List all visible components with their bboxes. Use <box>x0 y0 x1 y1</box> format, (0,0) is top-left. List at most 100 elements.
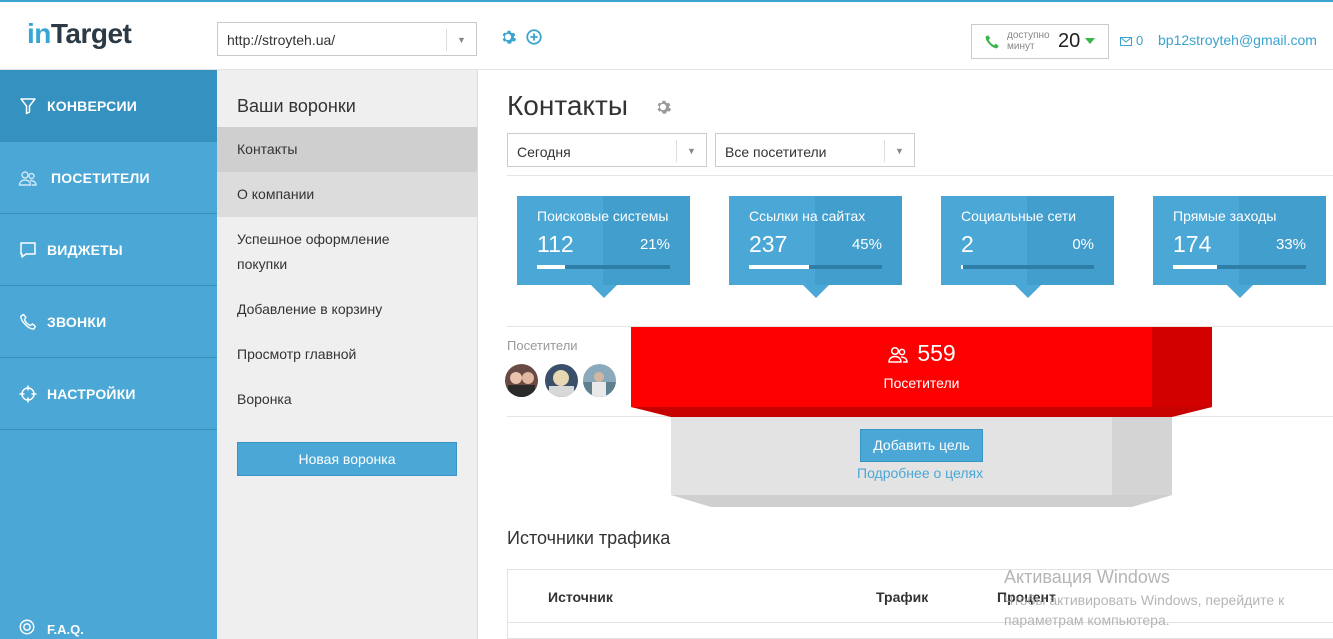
user-email[interactable]: bp12stroyteh@gmail.com <box>1158 32 1317 48</box>
users-icon <box>888 346 909 363</box>
card-progress-fill <box>749 265 809 269</box>
column-header-source[interactable]: Источник <box>548 589 613 605</box>
card-percent: 45% <box>851 236 882 253</box>
goals-info-link[interactable]: Подробнее о целях <box>857 465 983 481</box>
add-goal-button[interactable]: Добавить цель <box>860 429 983 462</box>
faq-label: F.A.Q. <box>47 622 84 637</box>
sidebar-item-widgets[interactable]: ВИДЖЕТЫ <box>0 214 217 286</box>
windows-activation-watermark: Активация Windows Чтобы активировать Win… <box>1004 567 1284 630</box>
funnel-item[interactable]: Контакты <box>217 127 477 172</box>
filter-icon <box>20 98 36 115</box>
phone-icon <box>985 35 999 49</box>
avatar[interactable] <box>505 364 538 397</box>
sidebar-item-calls[interactable]: ЗВОНКИ <box>0 286 217 358</box>
gear-icon[interactable] <box>654 98 672 116</box>
watermark-title: Активация Windows <box>1004 567 1170 587</box>
card-name: Ссылки на сайтах <box>749 208 866 224</box>
gear-icon[interactable] <box>499 28 517 46</box>
logo-suffix: Target <box>50 18 132 49</box>
site-select[interactable]: http://stroyteh.ua/ ▼ <box>217 22 477 56</box>
visitors-select-value: Все посетители <box>725 144 827 160</box>
card-pointer <box>803 285 829 298</box>
sidebar-item-conversions[interactable]: КОНВЕРСИИ <box>0 70 217 142</box>
card-percent: 21% <box>639 236 670 253</box>
card-pointer <box>1227 285 1253 298</box>
card-value: 112 <box>537 231 574 257</box>
card-progress-bar <box>749 265 882 269</box>
avatar[interactable] <box>583 364 616 397</box>
card-value: 174 <box>1173 231 1212 257</box>
minutes-label: доступно минут <box>1007 30 1050 52</box>
card-percent: 33% <box>1275 236 1306 253</box>
watermark-line: Чтобы активировать Windows, перейдите к <box>1004 592 1285 608</box>
new-funnel-button[interactable]: Новая воронка <box>237 442 457 476</box>
source-card[interactable]: Социальные сети 2 0% <box>941 196 1114 298</box>
funnel-visitors-label: Посетители <box>883 375 960 391</box>
funnels-panel: Ваши воронки Контакты О компании Успешно… <box>217 70 478 639</box>
card-progress-fill <box>537 265 565 269</box>
sidebar-item-faq[interactable]: F.A.Q. <box>0 610 217 639</box>
period-select-value: Сегодня <box>517 144 571 160</box>
card-progress-bar <box>1173 265 1306 269</box>
card-name: Социальные сети <box>961 208 1077 224</box>
card-progress-bar <box>537 265 670 269</box>
avatar[interactable] <box>545 364 578 397</box>
card-value: 237 <box>749 231 788 257</box>
widget-icon <box>20 242 36 258</box>
card-name: Прямые заходы <box>1173 208 1277 224</box>
visitors-select[interactable]: Все посетители ▼ <box>715 133 915 167</box>
users-icon <box>18 171 37 186</box>
watermark-line: параметрам компьютера. <box>1004 612 1170 628</box>
funnel-item[interactable]: Просмотр главной <box>217 342 477 367</box>
chevron-down-icon: ▼ <box>676 140 706 162</box>
funnel-visitors-count: 559 <box>631 340 1212 367</box>
funnel-item[interactable]: О компании <box>217 172 477 217</box>
period-select[interactable]: Сегодня ▼ <box>507 133 707 167</box>
page-title: Контакты <box>507 90 628 121</box>
visitors-label: Посетители <box>507 338 578 353</box>
source-card[interactable]: Поисковые системы 112 21% <box>517 196 690 298</box>
source-card[interactable]: Ссылки на сайтах 237 45% <box>729 196 902 298</box>
funnel-item[interactable]: Добавление в корзину <box>217 297 477 322</box>
phone-icon <box>20 313 37 330</box>
sidebar-item-label: ПОСЕТИТЕЛИ <box>51 170 150 186</box>
card-pointer <box>1015 285 1041 298</box>
lifebuoy-icon <box>19 619 35 635</box>
divider <box>507 175 1333 176</box>
sidebar-item-label: ЗВОНКИ <box>47 314 107 330</box>
logo-prefix: in <box>27 18 51 49</box>
card-value: 2 <box>961 231 974 257</box>
add-circle-icon[interactable] <box>525 28 543 46</box>
funnel-item[interactable]: Успешное оформление покупки <box>217 227 417 277</box>
card-percent: 0% <box>1072 236 1094 253</box>
sidebar-item-settings[interactable]: НАСТРОЙКИ <box>0 358 217 430</box>
sidebar-item-label: ВИДЖЕТЫ <box>47 242 123 258</box>
messages-count: 0 <box>1136 33 1144 48</box>
sidebar-item-label: КОНВЕРСИИ <box>47 98 138 114</box>
chevron-down-icon: ▼ <box>884 140 914 162</box>
funnel-item[interactable]: Воронка <box>217 387 477 412</box>
card-pointer <box>591 285 617 298</box>
top-header: inTarget http://stroyteh.ua/ ▼ доступно м… <box>0 0 1333 70</box>
minutes-value: 20 <box>1058 30 1081 52</box>
messages-link[interactable]: 0 <box>1120 33 1143 48</box>
sidebar: КОНВЕРСИИ ПОСЕТИТЕЛИ ВИДЖЕТЫ ЗВОНКИ НАСТ… <box>0 70 217 639</box>
chevron-down-icon: ▼ <box>446 29 476 51</box>
card-progress-fill <box>1173 265 1217 269</box>
sidebar-item-visitors[interactable]: ПОСЕТИТЕЛИ <box>0 142 217 214</box>
crosshair-icon <box>19 385 37 403</box>
main-content: Контакты Сегодня ▼ Все посетители ▼ Поис… <box>478 70 1333 639</box>
funnels-title: Ваши воронки <box>237 96 356 116</box>
traffic-sources-title: Источники трафика <box>507 528 671 548</box>
envelope-icon <box>1120 37 1132 47</box>
sidebar-item-label: НАСТРОЙКИ <box>47 386 136 402</box>
caret-down-icon[interactable] <box>1085 38 1095 44</box>
card-progress-fill <box>961 265 963 269</box>
card-progress-bar <box>961 265 1094 269</box>
site-select-value: http://stroyteh.ua/ <box>227 32 336 48</box>
card-name: Поисковые системы <box>537 208 669 224</box>
app-logo[interactable]: inTarget <box>27 18 132 50</box>
source-card[interactable]: Прямые заходы 174 33% <box>1153 196 1326 298</box>
minutes-widget[interactable]: доступно минут 20 <box>971 24 1109 59</box>
column-header-traffic[interactable]: Трафик <box>876 589 928 605</box>
